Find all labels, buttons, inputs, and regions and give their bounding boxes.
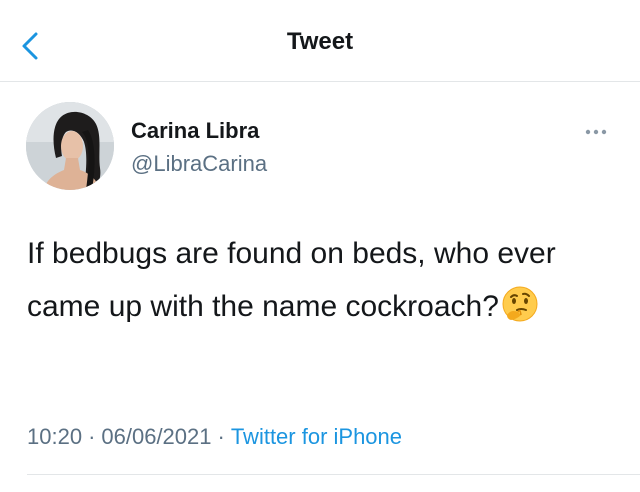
divider [27,474,640,475]
more-horizontal-icon [585,129,607,135]
page-title: Tweet [286,28,354,55]
tweet-date: 06/06/2021 [101,424,212,449]
profile-photo [26,102,114,190]
tweet-source-link[interactable]: Twitter for iPhone [231,424,402,449]
tweet-meta: 10:20 · 06/06/2021 · Twitter for iPhone [27,424,402,450]
meta-separator: · [217,424,225,449]
avatar[interactable] [26,102,114,190]
more-options-button[interactable] [580,122,620,142]
author-handle[interactable]: @LibraCarina [131,151,267,177]
tweet-detail-screen: Tweet Carina Libra @LibraCarina If bedbu… [0,0,640,492]
tweet-body: If bedbugs are found on beds, who ever c… [27,237,556,323]
tweet-time: 10:20 [27,424,83,449]
meta-separator: · [88,424,96,449]
tweet-text: If bedbugs are found on beds, who ever c… [27,227,617,333]
thinking-face-icon [502,286,538,322]
top-nav-bar: Tweet [0,0,640,82]
author-name[interactable]: Carina Libra [131,118,259,144]
